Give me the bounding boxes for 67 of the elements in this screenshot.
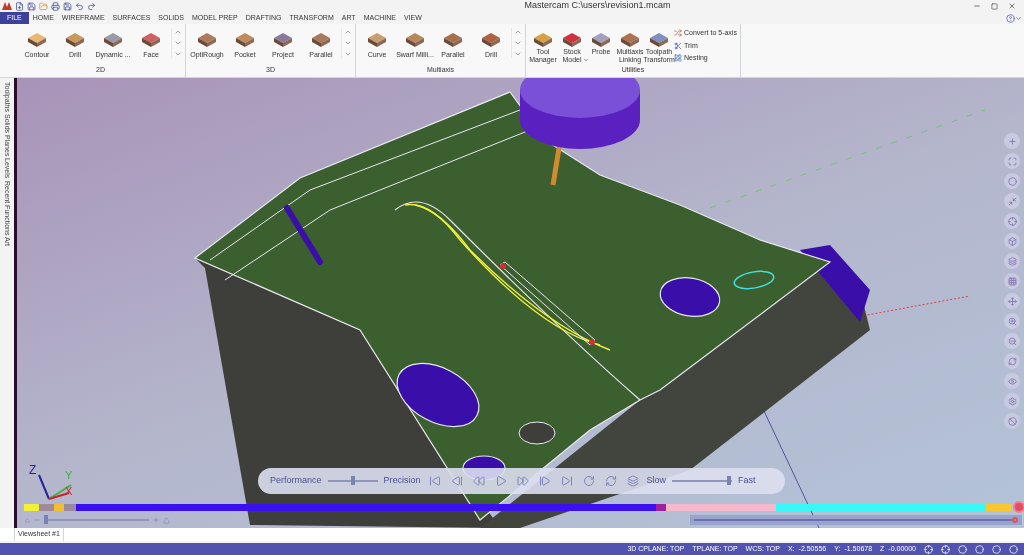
slider-thumb[interactable] — [350, 476, 355, 485]
playback-control-icon[interactable] — [604, 475, 617, 487]
open-folder-icon[interactable] — [39, 1, 48, 11]
slider-thumb[interactable] — [727, 476, 732, 485]
view-tool-icon[interactable] — [1004, 253, 1020, 269]
view-tool-icon[interactable] — [1004, 333, 1020, 349]
scroll-up-icon[interactable] — [174, 28, 182, 36]
help-icon[interactable] — [1006, 13, 1015, 23]
display-mode-icon[interactable] — [941, 544, 950, 554]
playback-control-icon[interactable] — [560, 475, 573, 487]
playback-control-icon[interactable] — [494, 475, 507, 487]
scroll-up-icon[interactable] — [514, 28, 522, 36]
window-title: Mastercam C:\users\revision1.mcam — [523, 0, 672, 13]
playback-control-icon[interactable] — [472, 475, 485, 487]
undo-icon[interactable] — [75, 1, 84, 11]
playback-control-icon[interactable] — [450, 475, 463, 487]
scroll-down-icon[interactable] — [174, 39, 182, 47]
view-tool-icon[interactable] — [1004, 353, 1020, 369]
view-tool-icon[interactable] — [1004, 413, 1020, 429]
restore-icon[interactable] — [991, 2, 998, 10]
playback-control-icon[interactable] — [538, 475, 551, 487]
zoom-small-icon[interactable] — [25, 517, 30, 523]
view-tool-icon[interactable] — [1004, 293, 1020, 309]
scroll-down-icon[interactable] — [514, 39, 522, 47]
app-logo-icon — [2, 2, 12, 10]
axis-label: Y — [65, 468, 73, 483]
display-mode-icon[interactable] — [924, 544, 933, 554]
minimize-icon[interactable] — [973, 2, 981, 10]
slider-thumb[interactable] — [44, 515, 49, 524]
more-icon[interactable] — [344, 50, 352, 58]
view-tool-icon[interactable] — [1004, 173, 1020, 189]
view-tool-icon[interactable] — [1004, 313, 1020, 329]
view-tool-icon[interactable] — [1004, 193, 1020, 209]
view-tool-icon[interactable] — [1004, 393, 1020, 409]
zoom-in-icon[interactable] — [152, 516, 160, 524]
save-as-icon[interactable] — [63, 1, 72, 11]
playback-control-icon[interactable] — [626, 475, 639, 487]
redo-icon[interactable] — [87, 1, 96, 11]
caret-icon[interactable] — [1015, 14, 1022, 22]
new-file-icon[interactable] — [15, 1, 24, 11]
axis-label: Z — [29, 462, 37, 479]
view-tool-icon[interactable] — [1004, 133, 1020, 149]
more-icon[interactable] — [514, 50, 522, 58]
timeline-end-marker[interactable] — [1013, 501, 1024, 513]
zoom-large-icon[interactable] — [163, 516, 170, 524]
speed-label: Fast — [738, 474, 756, 488]
playback-control-icon[interactable] — [516, 475, 529, 487]
dropdown-caret-icon[interactable] — [583, 57, 589, 63]
close-icon[interactable] — [1008, 2, 1016, 10]
view-tool-icon[interactable] — [1004, 233, 1020, 249]
print-icon[interactable] — [51, 1, 60, 11]
playback-control-icon[interactable] — [582, 475, 595, 487]
quality-label: Performance — [270, 474, 322, 488]
playback-control-icon[interactable] — [428, 475, 441, 487]
grid-icon — [674, 54, 682, 63]
view-tool-icon[interactable] — [1004, 373, 1020, 389]
view-tool-icon[interactable] — [1004, 273, 1020, 289]
speed-label: Slow — [646, 474, 667, 488]
more-icon[interactable] — [174, 50, 182, 58]
quality-label: Precision — [383, 474, 421, 488]
scroll-down-icon[interactable] — [344, 39, 352, 47]
save-icon[interactable] — [27, 1, 36, 11]
view-tool-icon[interactable] — [1004, 213, 1020, 229]
scroll-up-icon[interactable] — [344, 28, 352, 36]
convert-icon — [674, 29, 682, 38]
scissors-icon — [674, 41, 682, 50]
view-tool-icon[interactable] — [1004, 153, 1020, 169]
